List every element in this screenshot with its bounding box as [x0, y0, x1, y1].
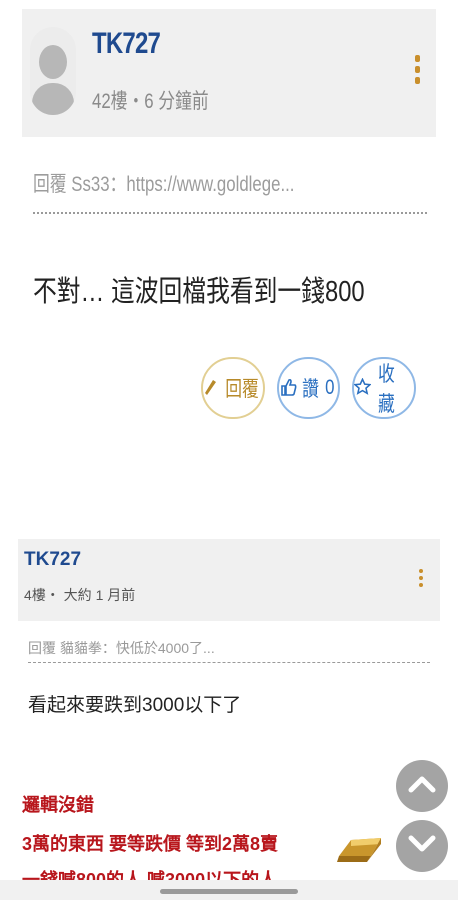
- like-button[interactable]: 讚 0: [277, 357, 340, 419]
- star-icon: [353, 377, 372, 398]
- username[interactable]: TK727: [24, 549, 81, 571]
- avatar-head-shape: [39, 45, 67, 79]
- post-meta: 42樓・6 分鐘前: [92, 90, 209, 113]
- reply-label: 回覆: [224, 378, 259, 401]
- scroll-up-button[interactable]: [396, 760, 448, 812]
- post-header: TK727 42樓・6 分鐘前: [22, 9, 436, 137]
- promo-line: 3萬的東西 要等跌價 等到2萬8賣: [22, 834, 279, 854]
- more-options-icon[interactable]: [419, 569, 423, 587]
- pencil-icon: [204, 378, 218, 399]
- like-count: 0: [325, 376, 335, 399]
- post-content: 看起來要跌到3000以下了: [28, 695, 242, 716]
- more-options-icon[interactable]: [415, 55, 420, 84]
- favorite-label: 收藏: [378, 363, 395, 416]
- gold-bar-icon: [337, 830, 383, 864]
- thumbs-up-icon: [281, 378, 297, 399]
- reply-quote[interactable]: 回覆 貓貓拳：快低於4000了...: [28, 638, 430, 663]
- chevron-down-icon: [408, 835, 436, 858]
- post-content-text: 不對… 這波回檔我看到一錢800: [33, 276, 365, 308]
- post-header: TK727 4樓・ 大約 1 月前: [18, 539, 440, 621]
- reply-quote[interactable]: 回覆 Ss33：https://www.goldlege...: [33, 168, 427, 214]
- home-indicator[interactable]: [160, 889, 298, 894]
- reply-quote-text: 回覆 Ss33：https://www.goldlege...: [33, 173, 295, 196]
- avatar-body-shape: [32, 83, 74, 115]
- scroll-down-button[interactable]: [396, 820, 448, 872]
- chevron-up-icon: [408, 775, 436, 798]
- post-content: 不對… 這波回檔我看到一錢800: [33, 268, 437, 310]
- avatar[interactable]: [30, 27, 76, 115]
- username[interactable]: TK727: [92, 27, 161, 61]
- reply-button[interactable]: 回覆: [201, 357, 265, 419]
- promo-line: 邏輯沒錯: [22, 795, 94, 815]
- post-meta: 4樓・ 大約 1 月前: [24, 587, 136, 603]
- like-label: 讚: [302, 378, 320, 401]
- favorite-button[interactable]: 收藏: [352, 357, 416, 419]
